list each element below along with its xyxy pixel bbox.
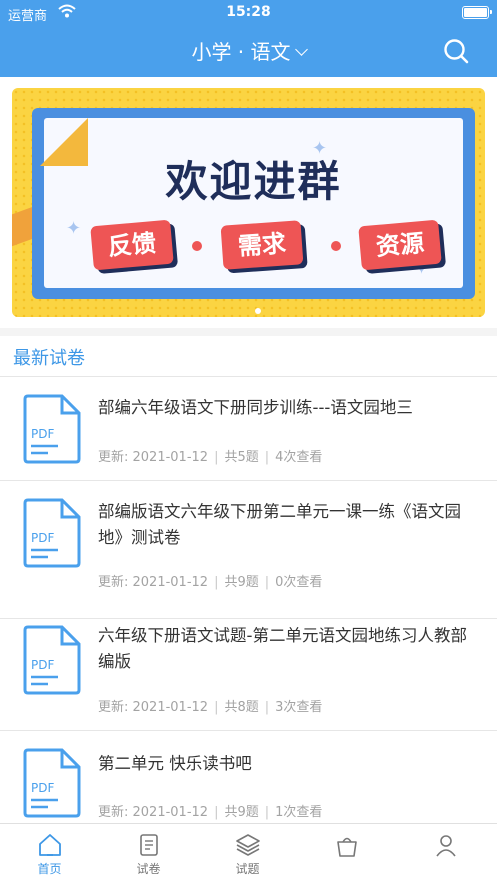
list-item[interactable]: PDF 部编六年级语文下册同步训练---语文园地三 更新: 2021-01-12…	[0, 376, 497, 480]
paper-views: 4次查看	[275, 450, 323, 465]
paper-updated: 更新: 2021-01-12	[98, 450, 209, 465]
tab-home-label: 首页	[37, 862, 62, 876]
banner-tag-resource: 资源	[358, 219, 442, 271]
banner-title: 欢迎进群	[165, 157, 342, 206]
paper-views: 1次查看	[275, 805, 323, 820]
user-icon	[436, 835, 456, 857]
paper-views: 3次查看	[275, 700, 323, 715]
paper-meta: 更新: 2021-01-12 | 共5题 | 4次查看	[98, 450, 323, 465]
tab-papers-label: 试卷	[136, 862, 161, 876]
status-bar: 运营商 15:28	[0, 0, 497, 26]
pdf-file-icon: PDF	[23, 394, 81, 464]
chevron-down-icon	[294, 43, 308, 56]
tab-questions[interactable]: 试题	[198, 824, 297, 883]
paper-meta: 更新: 2021-01-12 | 共9题 | 0次查看	[98, 575, 323, 590]
paper-meta: 更新: 2021-01-12 | 共9题 | 1次查看	[98, 805, 323, 820]
section-header: 最新试卷	[0, 336, 497, 376]
paper-title: 部编版语文六年级下册第二单元一课一练《语文园地》测试卷	[98, 502, 461, 547]
paper-count: 共9题	[224, 805, 259, 820]
search-icon[interactable]	[443, 38, 469, 64]
app-header: 运营商 15:28 小学 · 语文	[0, 0, 497, 77]
tab-profile[interactable]	[396, 824, 495, 883]
paper-title: 部编六年级语文下册同步训练---语文园地三	[98, 398, 413, 417]
banner-separator	[192, 241, 202, 251]
banner-board-inner: ✦ ✦ ✦ 欢迎进群 反馈 需求 资源	[44, 118, 463, 288]
clock: 15:28	[226, 4, 271, 20]
list-item[interactable]: PDF 第二单元 快乐读书吧 更新: 2021-01-12 | 共9题 | 1次查看	[0, 730, 497, 823]
svg-text:PDF: PDF	[31, 658, 54, 672]
paper-count: 共9题	[224, 575, 259, 590]
bag-icon	[337, 837, 357, 857]
paper-updated: 更新: 2021-01-12	[98, 805, 209, 820]
tab-home[interactable]: 首页	[0, 824, 99, 883]
banner-container: ✦ ✦ ✦ 欢迎进群 反馈 需求 资源	[0, 77, 497, 328]
paper-views: 0次查看	[275, 575, 323, 590]
paper-title: 第二单元 快乐读书吧	[98, 754, 252, 773]
banner-carousel[interactable]: ✦ ✦ ✦ 欢迎进群 反馈 需求 资源	[12, 88, 485, 317]
banner-separator	[331, 241, 341, 251]
subject-selector[interactable]: 小学 · 语文	[0, 36, 497, 65]
bottom-tab-bar: 首页 试卷 试题	[0, 823, 497, 883]
paper-updated: 更新: 2021-01-12	[98, 575, 209, 590]
tab-shop[interactable]	[297, 824, 396, 883]
paper-icon	[140, 834, 158, 856]
paper-count: 共8题	[224, 700, 259, 715]
banner-tag-feedback: 反馈	[90, 219, 174, 271]
list-item[interactable]: PDF 部编版语文六年级下册第二单元一课一练《语文园地》测试卷 更新: 2021…	[0, 480, 497, 618]
paper-updated: 更新: 2021-01-12	[98, 700, 209, 715]
banner-board: ✦ ✦ ✦ 欢迎进群 反馈 需求 资源	[32, 108, 475, 299]
battery-icon	[462, 6, 492, 19]
svg-text:PDF: PDF	[31, 531, 54, 545]
home-icon	[39, 834, 61, 856]
pdf-file-icon: PDF	[23, 748, 81, 818]
paper-meta: 更新: 2021-01-12 | 共8题 | 3次查看	[98, 700, 323, 715]
tab-questions-label: 试题	[235, 862, 260, 876]
paper-title: 六年级下册语文试题-第二单元语文园地练习人教部编版	[98, 626, 467, 671]
sparkle-icon: ✦	[66, 218, 82, 239]
banner-tag-demand: 需求	[220, 220, 304, 270]
paper-list: PDF 部编六年级语文下册同步训练---语文园地三 更新: 2021-01-12…	[0, 376, 497, 823]
paper-count: 共5题	[224, 450, 259, 465]
layers-icon	[236, 834, 260, 856]
pdf-file-icon: PDF	[23, 498, 81, 568]
tab-papers[interactable]: 试卷	[99, 824, 198, 883]
svg-text:PDF: PDF	[31, 427, 54, 441]
svg-text:PDF: PDF	[31, 781, 54, 795]
carousel-indicator[interactable]	[255, 308, 261, 314]
subject-title: 小学 · 语文	[191, 40, 291, 64]
list-item[interactable]: PDF 六年级下册语文试题-第二单元语文园地练习人教部编版 更新: 2021-0…	[0, 618, 497, 730]
pdf-file-icon: PDF	[23, 625, 81, 695]
section-title: 最新试卷	[13, 348, 85, 369]
